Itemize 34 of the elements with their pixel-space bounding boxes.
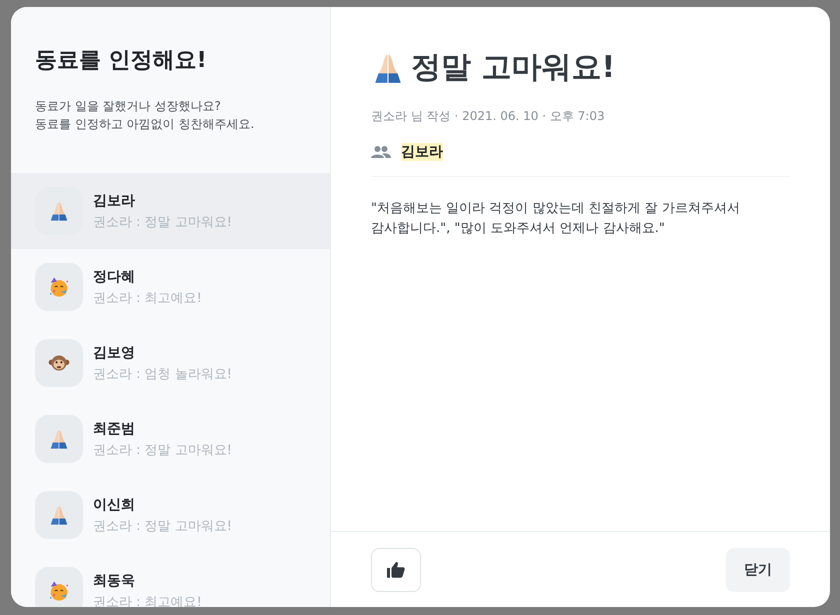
colleague-name: 최준범: [93, 420, 136, 438]
author-date-text: 권소라 님 작성 · 2021. 06. 10 · 오후 7:03: [371, 108, 606, 125]
recognition-list-item[interactable]: 김보라 권소라 : 정말 고마워요!: [11, 173, 330, 249]
colleague-name: 최동욱: [93, 572, 136, 590]
colleague-name: 정다혜: [93, 268, 136, 286]
praying-hands-icon: [48, 504, 70, 526]
colleague-name: 김보영: [93, 344, 136, 362]
item-message: 권소라 : 정말 고마워요!: [93, 518, 232, 534]
item-message: 권소라 : 최고예요!: [93, 290, 202, 306]
party-face-icon: [48, 276, 70, 298]
recognition-list-item[interactable]: 정다혜 권소라 : 최고예요!: [11, 249, 330, 325]
recognition-list-item[interactable]: 최동욱 권소라 : 최고예요!: [11, 553, 330, 607]
praying-hands-icon: [48, 428, 70, 450]
praying-hands-icon: [48, 200, 70, 222]
sidebar-title: 동료를 인정해요!: [35, 47, 208, 75]
like-button[interactable]: [371, 548, 421, 592]
thumbs-up-icon: [387, 561, 405, 578]
colleague-name: 이신희: [93, 496, 136, 514]
sidebar-description: 동료를 인정하고 아낌없이 칭찬해주세요.: [35, 116, 256, 133]
colleague-name: 김보라: [93, 192, 136, 210]
sidebar-description: 동료가 일을 잘했거나 성장했나요?: [35, 98, 222, 115]
detail-title: 정말 고마워요!: [411, 49, 616, 87]
recipient-name: 김보라: [401, 143, 443, 161]
people-icon: [371, 146, 391, 158]
close-button[interactable]: 닫기: [726, 548, 790, 592]
party-face-icon: [48, 580, 70, 602]
item-message: 권소라 : 정말 고마워요!: [93, 214, 232, 230]
recognition-message: "처음해보는 일이라 걱정이 많았는데 친절하게 잘 가르쳐주셔서 감사합니다.", "많이 도와주셔서 언제나 감사해요.": [371, 200, 741, 238]
recognition-list-item[interactable]: 이신희 권소라 : 정말 고마워요!: [11, 477, 330, 553]
recognition-list-item[interactable]: 김보영 권소라 : 엄청 놀라워요!: [11, 325, 330, 401]
item-message: 권소라 : 최고예요!: [93, 594, 202, 607]
recognition-list-item[interactable]: 최준범 권소라 : 정말 고마워요!: [11, 401, 330, 477]
item-message: 권소라 : 정말 고마워요!: [93, 442, 232, 458]
item-message: 권소라 : 엄청 놀라워요!: [93, 366, 232, 382]
